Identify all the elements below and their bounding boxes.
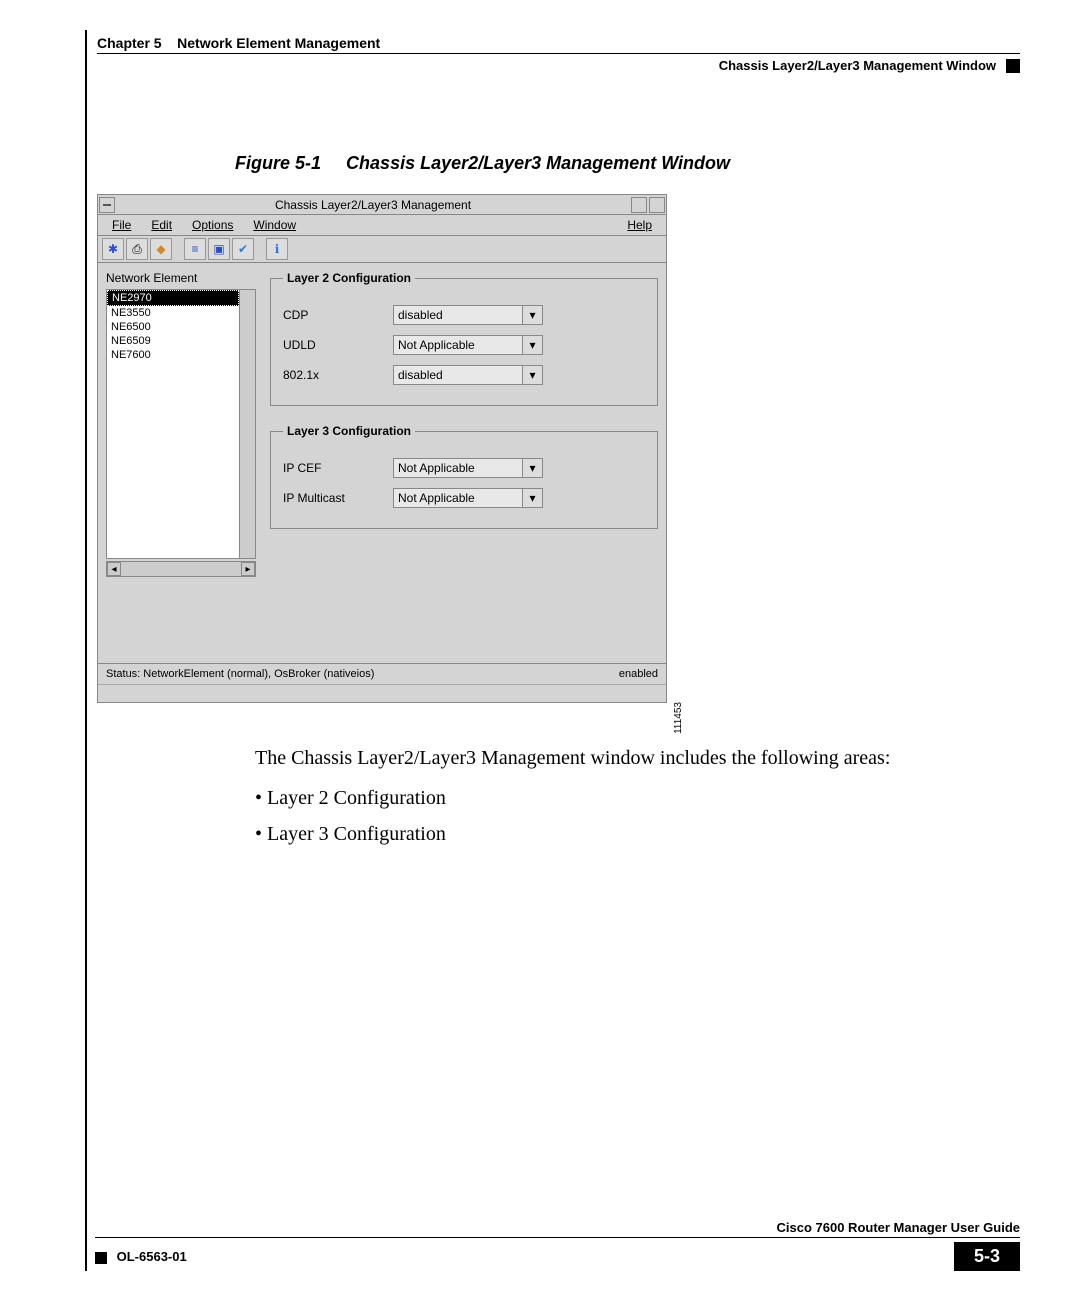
list-item[interactable]: NE2970 — [107, 290, 239, 306]
menu-file[interactable]: File — [104, 217, 139, 233]
window-max-icon[interactable] — [649, 197, 665, 213]
toolbar-print-icon[interactable]: ⎙ — [126, 238, 148, 260]
window-titlebar: Chassis Layer2/Layer3 Management — [98, 195, 666, 215]
section-subtitle: Chassis Layer2/Layer3 Management Window — [719, 58, 996, 73]
left-rule — [85, 30, 87, 1271]
window-menu-icon[interactable] — [99, 197, 115, 213]
menu-help[interactable]: Help — [619, 217, 660, 233]
chevron-down-icon[interactable]: ▾ — [522, 489, 542, 507]
toolbar: ✱ ⎙ ◆ ≡ ▣ ✔ ℹ — [98, 236, 666, 263]
status-state: enabled — [619, 668, 658, 680]
dot1x-label: 802.1x — [283, 368, 393, 382]
ipcef-value: Not Applicable — [394, 461, 522, 475]
cdp-label: CDP — [283, 308, 393, 322]
network-element-list[interactable]: NE2970 NE3550 NE6500 NE6509 NE7600 — [106, 289, 256, 559]
layer3-legend: Layer 3 Configuration — [283, 424, 415, 438]
scroll-left-icon[interactable]: ◂ — [107, 562, 121, 576]
page-footer: Cisco 7600 Router Manager User Guide OL-… — [95, 1220, 1020, 1271]
chevron-down-icon[interactable]: ▾ — [522, 306, 542, 324]
toolbar-person-icon[interactable]: ✱ — [102, 238, 124, 260]
dot1x-value: disabled — [394, 368, 522, 382]
footer-ol: OL-6563-01 — [117, 1249, 187, 1264]
chapter-label: Chapter 5 — [97, 35, 162, 51]
figure-title: Chassis Layer2/Layer3 Management Window — [346, 153, 730, 173]
figure-label: Figure 5-1 — [235, 153, 321, 173]
scroll-right-icon[interactable]: ▸ — [241, 562, 255, 576]
ipcef-label: IP CEF — [283, 461, 393, 475]
status-bar: Status: NetworkElement (normal), OsBroke… — [98, 663, 666, 684]
vertical-scrollbar[interactable] — [239, 290, 255, 558]
toolbar-check-icon[interactable]: ✔ — [232, 238, 254, 260]
page-header: Chapter 5 Network Element Management — [97, 35, 1020, 54]
chevron-down-icon[interactable]: ▾ — [522, 336, 542, 354]
toolbar-info-icon[interactable]: ℹ — [266, 238, 288, 260]
status-text: Status: NetworkElement (normal), OsBroke… — [106, 668, 374, 680]
bullet-item: Layer 3 Configuration — [255, 819, 1015, 849]
network-element-label: Network Element — [106, 271, 256, 285]
menu-options[interactable]: Options — [184, 217, 241, 233]
ipmc-dropdown[interactable]: Not Applicable ▾ — [393, 488, 543, 508]
header-subtitle-row: Chassis Layer2/Layer3 Management Window — [97, 58, 1020, 73]
bullet-item: Layer 2 Configuration — [255, 783, 1015, 813]
status-strip — [98, 684, 666, 702]
window-title: Chassis Layer2/Layer3 Management — [116, 198, 630, 212]
list-item[interactable]: NE7600 — [107, 348, 239, 362]
list-item[interactable]: NE3550 — [107, 306, 239, 320]
ipmc-label: IP Multicast — [283, 491, 393, 505]
udld-value: Not Applicable — [394, 338, 522, 352]
horizontal-scrollbar[interactable]: ◂ ▸ — [106, 561, 256, 577]
toolbar-disk-icon[interactable]: ◆ — [150, 238, 172, 260]
list-item[interactable]: NE6500 — [107, 320, 239, 334]
chevron-down-icon[interactable]: ▾ — [522, 459, 542, 477]
dot1x-dropdown[interactable]: disabled ▾ — [393, 365, 543, 385]
page-number: 5-3 — [954, 1242, 1020, 1271]
window-min-icon[interactable] — [631, 197, 647, 213]
footer-guide: Cisco 7600 Router Manager User Guide — [95, 1220, 1020, 1238]
cdp-value: disabled — [394, 308, 522, 322]
menu-edit[interactable]: Edit — [143, 217, 180, 233]
footer-marker-icon — [95, 1252, 107, 1264]
figure-id: 111453 — [673, 702, 684, 734]
layer3-config-group: Layer 3 Configuration IP CEF Not Applica… — [270, 424, 658, 529]
layer2-config-group: Layer 2 Configuration CDP disabled ▾ UDL… — [270, 271, 658, 406]
udld-dropdown[interactable]: Not Applicable ▾ — [393, 335, 543, 355]
chevron-down-icon[interactable]: ▾ — [522, 366, 542, 384]
menu-window[interactable]: Window — [245, 217, 304, 233]
chassis-mgmt-window: Chassis Layer2/Layer3 Management File Ed… — [97, 194, 667, 703]
ipmc-value: Not Applicable — [394, 491, 522, 505]
ipcef-dropdown[interactable]: Not Applicable ▾ — [393, 458, 543, 478]
udld-label: UDLD — [283, 338, 393, 352]
toolbar-list-icon[interactable]: ≡ — [184, 238, 206, 260]
header-marker-icon — [1006, 59, 1020, 73]
list-item[interactable]: NE6509 — [107, 334, 239, 348]
menubar: File Edit Options Window Help — [98, 215, 666, 236]
layer2-legend: Layer 2 Configuration — [283, 271, 415, 285]
toolbar-monitor-icon[interactable]: ▣ — [208, 238, 230, 260]
chapter-title: Network Element Management — [177, 35, 380, 51]
body-intro: The Chassis Layer2/Layer3 Management win… — [255, 743, 1015, 773]
cdp-dropdown[interactable]: disabled ▾ — [393, 305, 543, 325]
figure-caption: Figure 5-1 Chassis Layer2/Layer3 Managem… — [235, 153, 1020, 174]
